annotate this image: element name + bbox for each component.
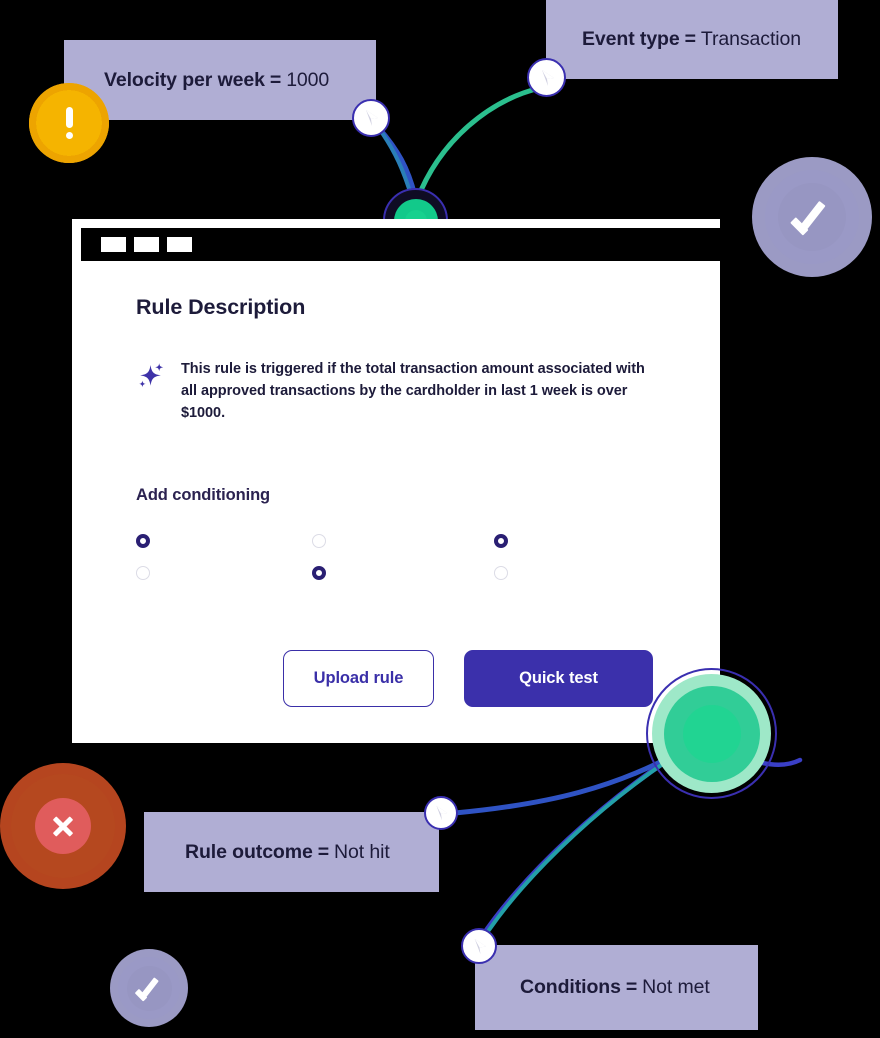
cursor-node-icon[interactable]: [461, 928, 497, 964]
cursor-node-icon[interactable]: [424, 796, 458, 830]
conditioning-radio-grid: [136, 534, 656, 580]
x-circle-icon: [35, 798, 91, 854]
chip-equals: =: [317, 840, 330, 863]
success-badge-small: [110, 949, 188, 1027]
chip-value: Not hit: [334, 840, 390, 863]
titlebar-control-1[interactable]: [101, 237, 126, 252]
chip-key: Velocity per week: [104, 68, 265, 91]
chip-velocity-per-week: Velocity per week = 1000: [64, 40, 376, 120]
rule-description-card: Rule Description This rule is triggered …: [72, 219, 720, 743]
chip-value: Transaction: [700, 28, 801, 50]
success-badge-large: [752, 157, 872, 277]
chip-value: Not met: [642, 976, 710, 998]
chip-value: 1000: [286, 68, 330, 91]
error-badge: [0, 763, 126, 889]
cursor-node-icon[interactable]: [352, 99, 390, 137]
cursor-node-icon[interactable]: [527, 58, 566, 97]
chip-conditions: Conditions = Not met: [475, 945, 758, 1030]
page-title: Rule Description: [136, 295, 306, 319]
rule-description-row: This rule is triggered if the total tran…: [136, 358, 656, 424]
exclamation-icon: [29, 83, 109, 163]
sparkle-icon: [136, 361, 166, 391]
conditioning-radio-3[interactable]: [494, 534, 508, 548]
card-body: Rule Description This rule is triggered …: [72, 261, 720, 743]
chip-key: Event type: [582, 28, 680, 50]
canvas-background: Velocity per week = 1000 Event type = Tr…: [0, 0, 880, 1038]
chip-rule-outcome: Rule outcome = Not hit: [144, 812, 439, 892]
chip-equals: =: [625, 976, 638, 998]
conditioning-radio-5[interactable]: [312, 566, 326, 580]
chip-event-type: Event type = Transaction: [546, 0, 838, 79]
window-titlebar: [81, 228, 720, 261]
check-icon: [126, 965, 172, 1011]
add-conditioning-title: Add conditioning: [136, 486, 271, 504]
titlebar-control-3[interactable]: [167, 237, 192, 252]
check-icon: [778, 183, 846, 251]
quick-test-button[interactable]: Quick test: [464, 650, 653, 707]
conditioning-radio-6[interactable]: [494, 566, 508, 580]
chip-key: Conditions: [520, 976, 621, 998]
upload-rule-button[interactable]: Upload rule: [283, 650, 434, 707]
rule-description-text: This rule is triggered if the total tran…: [181, 361, 645, 421]
chip-equals: =: [269, 68, 282, 91]
card-actions: Upload rule Quick test: [136, 650, 656, 707]
chip-key: Rule outcome: [185, 840, 313, 863]
titlebar-control-2[interactable]: [134, 237, 159, 252]
conditioning-radio-1[interactable]: [136, 534, 150, 548]
conditioning-radio-4[interactable]: [136, 566, 150, 580]
chip-equals: =: [684, 28, 696, 50]
conditioning-radio-2[interactable]: [312, 534, 326, 548]
green-node-icon[interactable]: [646, 668, 777, 799]
warning-badge: [29, 83, 109, 163]
